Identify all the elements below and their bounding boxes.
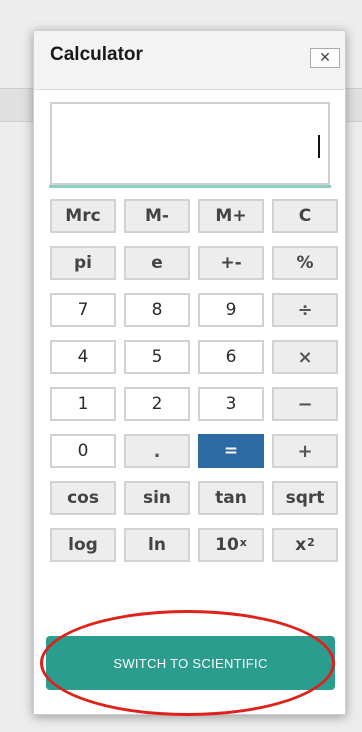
key-label: cos xyxy=(67,488,99,508)
key-label: C xyxy=(298,206,312,226)
calculator-display[interactable] xyxy=(50,102,330,185)
key-3[interactable]: 3 xyxy=(198,387,264,421)
key-2[interactable]: 2 xyxy=(124,387,190,421)
key-ln[interactable]: ln xyxy=(124,528,190,562)
key-label: 10 xyxy=(215,535,239,555)
switch-button-label: SWITCH TO SCIENTIFIC xyxy=(113,655,268,671)
key-tan[interactable]: tan xyxy=(198,481,264,515)
key-ten-power[interactable]: 10 x xyxy=(198,528,264,562)
key-label: M- xyxy=(145,206,169,226)
key-label: sin xyxy=(142,488,172,508)
key-label: 9 xyxy=(225,300,237,320)
key-square[interactable]: x2 xyxy=(272,528,338,562)
key-7[interactable]: 7 xyxy=(50,293,116,327)
close-button[interactable]: ✕ xyxy=(310,48,340,68)
switch-to-scientific-button[interactable]: SWITCH TO SCIENTIFIC xyxy=(46,636,335,690)
key-label: ÷ xyxy=(297,299,313,321)
key-label: % xyxy=(296,253,314,273)
key-m-minus[interactable]: M- xyxy=(124,199,190,233)
key-label: = xyxy=(223,441,239,461)
key-4[interactable]: 4 xyxy=(50,340,116,374)
key-label: 0 xyxy=(77,441,89,461)
key-9[interactable]: 9 xyxy=(198,293,264,327)
key-label: 2 xyxy=(151,394,163,414)
title-bar: Calculator ✕ xyxy=(34,31,345,90)
key-0[interactable]: 0 xyxy=(50,434,116,468)
key-add[interactable]: + xyxy=(272,434,338,468)
key-label: 4 xyxy=(77,347,89,367)
key-5[interactable]: 5 xyxy=(124,340,190,374)
key-decimal[interactable]: . xyxy=(124,434,190,468)
key-sqrt[interactable]: sqrt xyxy=(272,481,338,515)
key-clear[interactable]: C xyxy=(272,199,338,233)
key-label: ln xyxy=(148,535,166,555)
key-plus-minus[interactable]: +- xyxy=(198,246,264,280)
key-pi[interactable]: pi xyxy=(50,246,116,280)
key-8[interactable]: 8 xyxy=(124,293,190,327)
key-label: log xyxy=(68,535,98,555)
key-sin[interactable]: sin xyxy=(124,481,190,515)
display-underline xyxy=(49,185,331,188)
keypad: Mrc M- M+ Cpi e +-% 7 8 9 ÷ 4 5 6 × 1 2 3 − 0. = + cos sin tan s… xyxy=(50,199,338,562)
key-label: 6 xyxy=(225,347,237,367)
text-cursor xyxy=(318,135,320,158)
key-6[interactable]: 6 xyxy=(198,340,264,374)
key-m-plus[interactable]: M+ xyxy=(198,199,264,233)
key-label: − xyxy=(297,393,313,415)
key-label: pi xyxy=(74,253,92,273)
key-multiply[interactable]: × xyxy=(272,340,338,374)
key-label: + xyxy=(297,440,313,462)
key-percent[interactable]: % xyxy=(272,246,338,280)
key-label: tan xyxy=(215,488,247,508)
calculator-window: Calculator ✕ Mrc M- M+ Cpi e +-% 7 8 9 ÷ 4 5 6 × 1 2 3 − 0… xyxy=(33,30,346,715)
window-title: Calculator xyxy=(50,44,143,65)
close-icon: ✕ xyxy=(319,50,331,66)
key-e[interactable]: e xyxy=(124,246,190,280)
key-cos[interactable]: cos xyxy=(50,481,116,515)
key-1[interactable]: 1 xyxy=(50,387,116,421)
key-equals[interactable]: = xyxy=(198,434,264,468)
display-input[interactable] xyxy=(56,108,324,179)
key-label: 3 xyxy=(225,394,237,414)
key-label: × xyxy=(297,346,313,368)
key-mrc[interactable]: Mrc xyxy=(50,199,116,233)
key-label: . xyxy=(153,440,161,462)
key-label: 5 xyxy=(151,347,163,367)
key-label: Mrc xyxy=(65,206,101,226)
key-divide[interactable]: ÷ xyxy=(272,293,338,327)
key-label: e xyxy=(151,253,163,273)
key-label: x xyxy=(295,535,307,555)
key-label: 1 xyxy=(77,394,89,414)
key-label: M+ xyxy=(215,206,247,226)
key-label: +- xyxy=(220,253,242,273)
key-label: sqrt xyxy=(285,488,325,508)
key-log[interactable]: log xyxy=(50,528,116,562)
key-subtract[interactable]: − xyxy=(272,387,338,421)
key-label: 7 xyxy=(77,300,89,320)
key-label: 8 xyxy=(151,300,163,320)
